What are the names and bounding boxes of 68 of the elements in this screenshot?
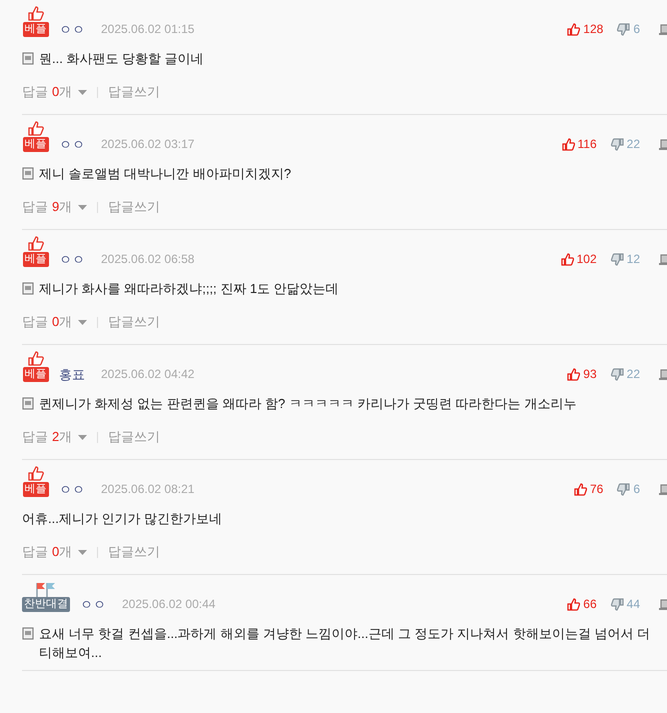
- reply-count-toggle[interactable]: 답글 0개: [22, 544, 88, 560]
- like-button[interactable]: 116: [562, 137, 597, 152]
- comment-time: 2025.06.02 03:17: [101, 137, 194, 152]
- thumbs-down-icon: [610, 598, 624, 611]
- reply-count-toggle[interactable]: 답글 0개: [22, 314, 88, 330]
- write-reply-link[interactable]: 답글쓰기: [108, 199, 160, 215]
- thumbs-down-icon: [610, 368, 624, 381]
- write-reply-link[interactable]: 답글쓰기: [108, 314, 160, 330]
- dislike-button[interactable]: 6: [617, 22, 640, 37]
- comment-text: 어휴...제니가 인기가 많긴한가보네: [22, 510, 222, 528]
- caret-icon: [78, 434, 88, 440]
- like-button[interactable]: 102: [560, 252, 597, 267]
- caret-icon: [78, 90, 88, 94]
- author-name[interactable]: ㅇㅇ: [80, 597, 106, 612]
- comment-time: 2025.06.02 04:42: [101, 367, 194, 382]
- author-name[interactable]: 홍표: [59, 367, 85, 382]
- thumbs-up-icon: [567, 23, 580, 36]
- caret-icon: [78, 204, 88, 210]
- thumbs-up-icon: [567, 368, 580, 381]
- dislike-button[interactable]: 44: [610, 597, 640, 612]
- comment-time: 2025.06.02 06:58: [101, 252, 194, 267]
- best-badge: 베플: [22, 22, 48, 37]
- thumbs-down-icon: [610, 253, 624, 266]
- badge-thumb-icon: [28, 6, 44, 21]
- dislike-button[interactable]: 22: [610, 137, 640, 152]
- reply-count-toggle[interactable]: 답글 9개: [22, 199, 88, 215]
- thumbs-up-icon: [567, 598, 580, 611]
- comment-time: 2025.06.02 08:21: [101, 482, 194, 497]
- thumbs-up-icon: [562, 138, 574, 151]
- reply-count-toggle[interactable]: 답글 2개: [22, 429, 88, 445]
- author-name[interactable]: ㅇㅇ: [59, 22, 85, 37]
- badge-thumb-icon: [28, 121, 44, 136]
- caret-icon: [78, 320, 88, 324]
- dislike-button[interactable]: 6: [617, 482, 640, 497]
- reply-count-toggle[interactable]: 답글 0개: [22, 84, 88, 100]
- write-reply-link[interactable]: 답글쓰기: [108, 544, 160, 560]
- thumbs-up-icon: [574, 483, 587, 496]
- badge-thumb-icon: [28, 236, 44, 251]
- best-badge: 베플: [22, 367, 48, 382]
- write-reply-link[interactable]: 답글쓰기: [108, 429, 160, 445]
- comment-text: 퀸제니가 화제성 없는 판련퀸을 왜따라 함? ㅋㅋㅋㅋㅋ 카리나가 굿띵련 따라한다는 개소리누: [39, 395, 576, 413]
- comment-time: 2025.06.02 01:15: [101, 22, 194, 37]
- best-badge: 베플: [22, 252, 48, 267]
- thumbs-down-icon: [617, 483, 630, 496]
- like-button[interactable]: 128: [567, 22, 604, 37]
- comment-text: 제니 솔로앨범 대박나니깐 배아파미치겠지?: [39, 165, 292, 183]
- badge-thumb-icon: [28, 351, 44, 366]
- best-badge: 베플: [22, 482, 48, 497]
- like-button[interactable]: 66: [567, 597, 597, 612]
- comment-time: 2025.06.02 00:44: [122, 597, 216, 612]
- author-name[interactable]: ㅇㅇ: [59, 252, 85, 267]
- comment-text: 제니가 화사를 왜따라하겠냐;;;; 진짜 1도 안닮았는데: [39, 280, 339, 298]
- comment-text: 뭔... 화사팬도 당황할 글이네: [39, 50, 204, 68]
- comment-text: 요새 너무 핫걸 컨셉을...과하게 해외를 겨냥한 느낌이야...근데 그 정도가 지나쳐서 핫해보이는걸 넘어서 더티해보여...: [39, 625, 652, 662]
- write-reply-link[interactable]: 답글쓰기: [108, 84, 160, 100]
- dislike-button[interactable]: 12: [610, 252, 640, 267]
- dislike-button[interactable]: 22: [610, 367, 640, 382]
- debate-badge: 찬반대결: [22, 597, 70, 612]
- like-button[interactable]: 93: [567, 367, 597, 382]
- thumbs-down-icon: [617, 23, 630, 36]
- thumbs-down-icon: [610, 138, 624, 151]
- author-name[interactable]: ㅇㅇ: [59, 482, 85, 497]
- thumbs-up-icon: [560, 253, 574, 266]
- author-name[interactable]: ㅇㅇ: [59, 137, 85, 152]
- caret-icon: [78, 550, 88, 554]
- best-badge: 베플: [22, 137, 48, 152]
- badge-thumb-icon: [28, 466, 44, 481]
- like-button[interactable]: 76: [574, 482, 604, 497]
